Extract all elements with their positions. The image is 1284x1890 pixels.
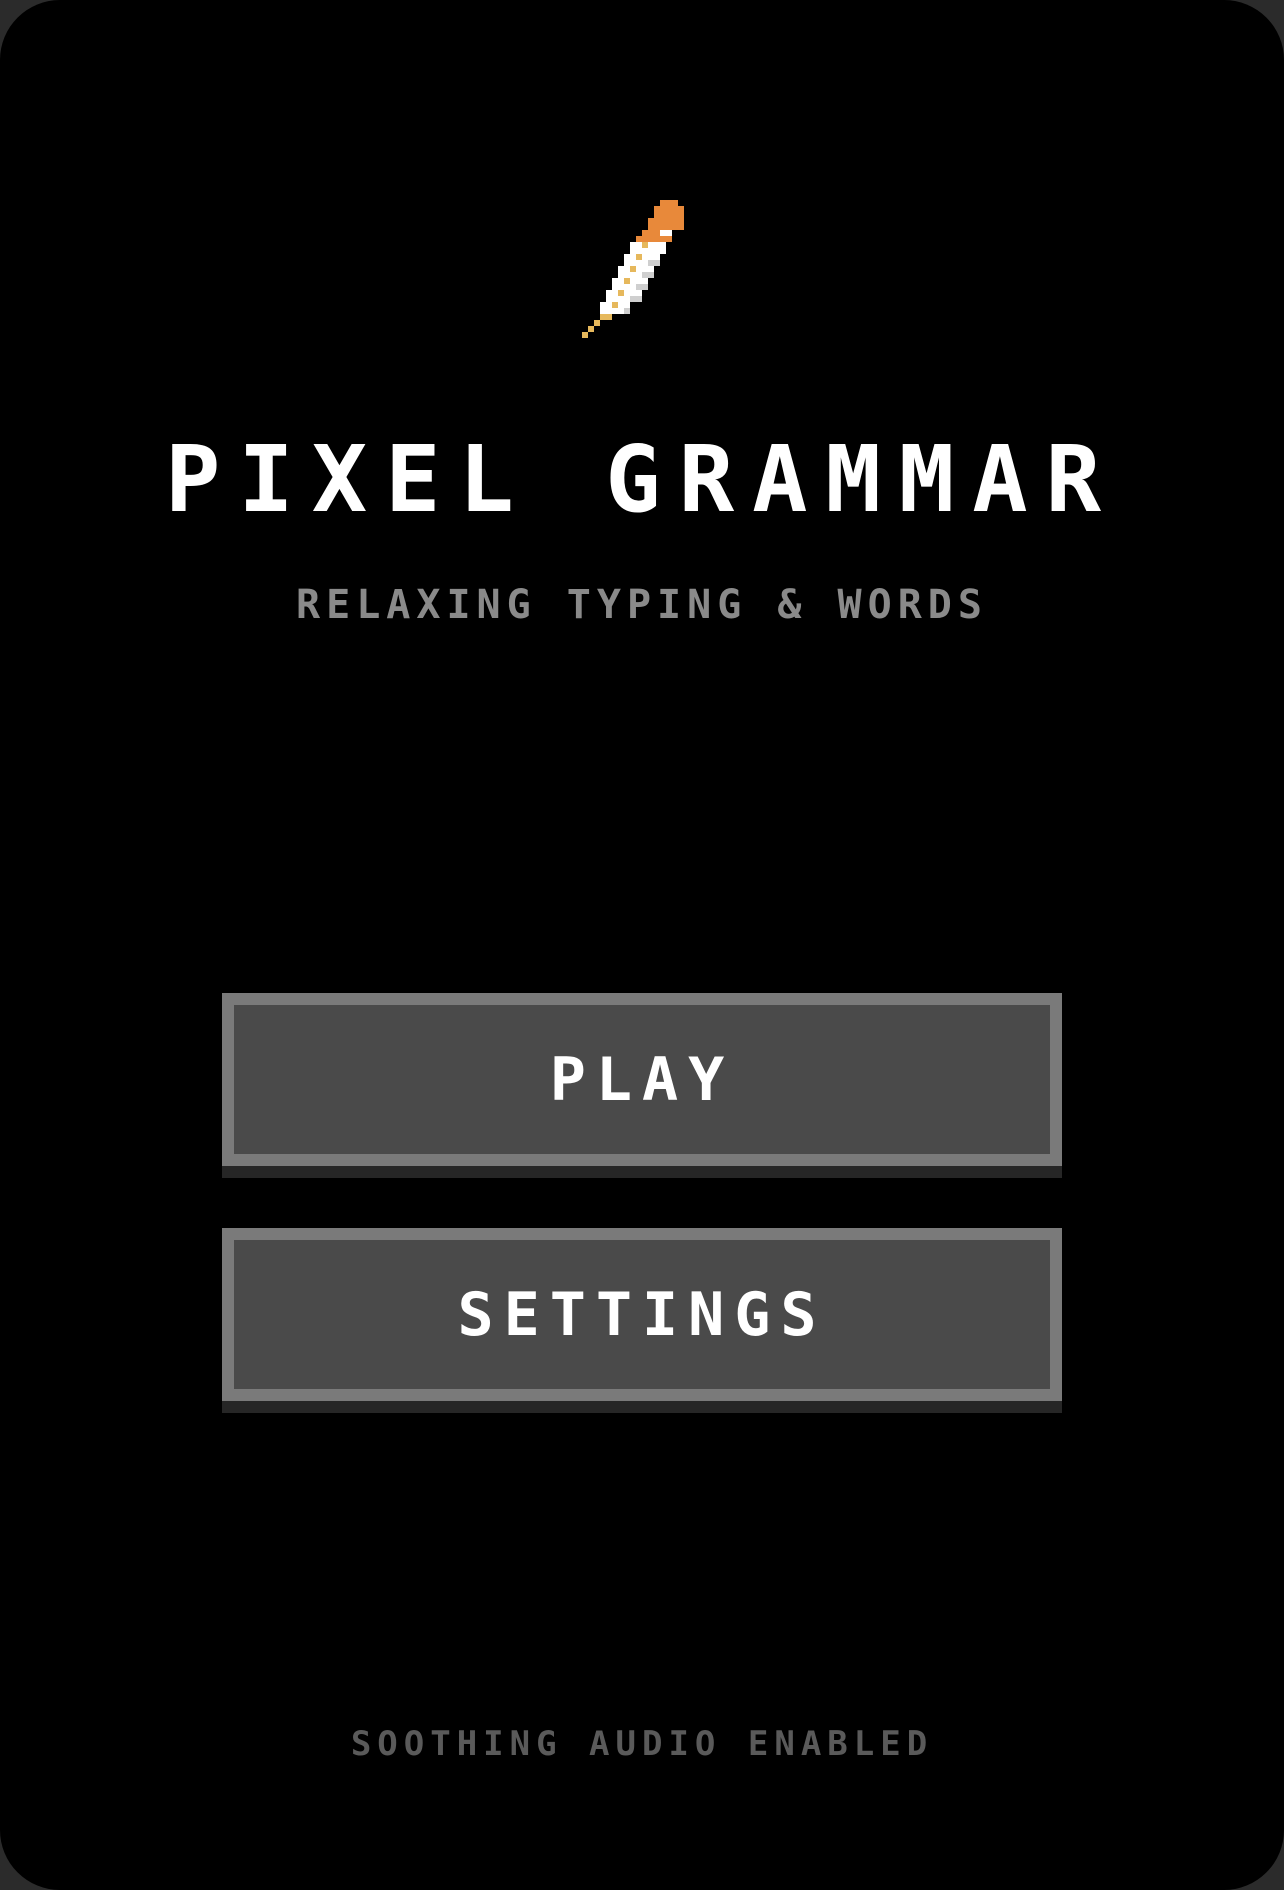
settings-button-label: SETTINGS bbox=[457, 1279, 827, 1350]
game-title: PIXEL GRAMMAR bbox=[164, 426, 1120, 533]
play-button-label: PLAY bbox=[549, 1044, 735, 1115]
quill-feather-icon bbox=[564, 200, 720, 356]
game-subtitle: RELAXING TYPING & WORDS bbox=[296, 582, 988, 628]
title-screen: PIXEL GRAMMAR RELAXING TYPING & WORDS PL… bbox=[0, 0, 1284, 1890]
settings-button[interactable]: SETTINGS bbox=[222, 1228, 1062, 1401]
audio-status-text: SOOTHING AUDIO ENABLED bbox=[350, 1724, 934, 1764]
play-button[interactable]: PLAY bbox=[222, 993, 1062, 1166]
